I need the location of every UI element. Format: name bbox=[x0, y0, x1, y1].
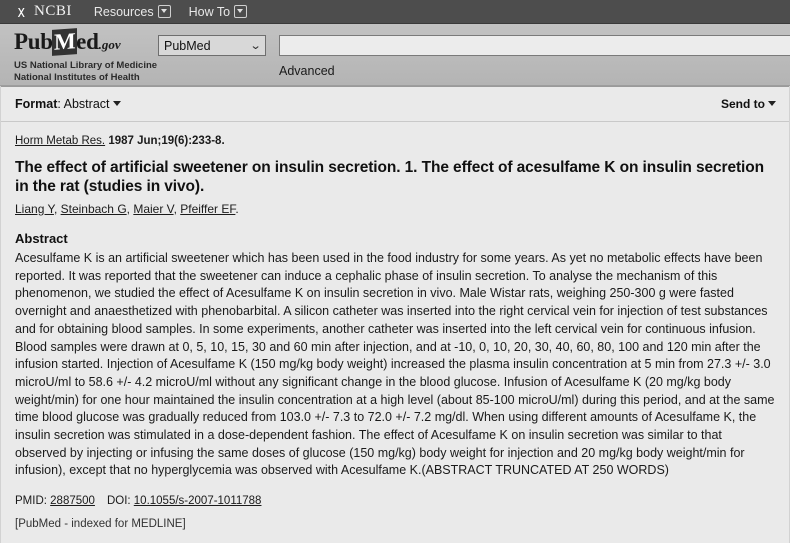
wordmark-ed: ed bbox=[76, 29, 99, 54]
search-row: PubMed ⌄ Advanced bbox=[158, 35, 790, 80]
identifiers: PMID: 2887500 DOI: 10.1055/s-2007-1011788 bbox=[15, 495, 775, 507]
pmid-value[interactable]: 2887500 bbox=[50, 495, 95, 507]
menu-item-how-to-label: How To bbox=[188, 4, 231, 19]
send-to-button[interactable]: Send to bbox=[721, 97, 776, 111]
author-link[interactable]: Maier V bbox=[133, 202, 173, 216]
format-label: Format bbox=[15, 97, 58, 111]
abstract-text: Acesulfame K is an artificial sweetener … bbox=[15, 251, 775, 478]
database-select-value: PubMed bbox=[164, 38, 211, 53]
search-input[interactable] bbox=[279, 35, 790, 56]
format-control[interactable]: Format: Abstract bbox=[15, 97, 121, 111]
ncbi-logo[interactable]: x NCBI bbox=[14, 3, 72, 20]
article-body: Horm Metab Res. 1987 Jun;19(6):233-8. Th… bbox=[1, 122, 789, 543]
ncbi-logo-text: NCBI bbox=[34, 3, 72, 19]
menu-item-how-to[interactable]: How To bbox=[188, 4, 248, 19]
citation-info: 1987 Jun;19(6):233-8. bbox=[108, 135, 225, 147]
result-toolbar: Format: Abstract Send to bbox=[1, 86, 789, 122]
content-sheet: Format: Abstract Send to Horm Metab Res.… bbox=[0, 86, 790, 543]
ncbi-top-bar: x NCBI Resources How To bbox=[0, 0, 790, 24]
chevron-down-boxed-icon bbox=[234, 5, 248, 18]
chevron-down-boxed-icon bbox=[157, 5, 171, 18]
journal-citation: Horm Metab Res. 1987 Jun;19(6):233-8. bbox=[15, 135, 775, 147]
author-list: Liang Y, Steinbach G, Maier V, Pfeiffer … bbox=[15, 202, 239, 216]
send-to-label: Send to bbox=[721, 97, 765, 111]
abstract-heading: Abstract bbox=[15, 231, 68, 246]
article-title: The effect of artificial sweetener on in… bbox=[15, 159, 764, 195]
author-link[interactable]: Pfeiffer EF bbox=[180, 202, 235, 216]
record-status: [PubMed - indexed for MEDLINE] bbox=[15, 518, 186, 531]
dna-helix-icon: x bbox=[17, 1, 26, 21]
subtitle-line-1: US National Library of Medicine bbox=[14, 60, 158, 71]
author-link[interactable]: Liang Y bbox=[15, 202, 54, 216]
database-select[interactable]: PubMed ⌄ bbox=[158, 35, 266, 56]
pubmed-subtitle: US National Library of Medicine National… bbox=[14, 60, 157, 83]
pubmed-header: PubMed.gov US National Library of Medici… bbox=[0, 24, 790, 86]
menu-item-resources[interactable]: Resources bbox=[94, 5, 171, 19]
pubmed-logo[interactable]: PubMed.gov US National Library of Medici… bbox=[14, 28, 157, 83]
doi-label: DOI: bbox=[106, 495, 131, 508]
subtitle-line-2: National Institutes of Health bbox=[14, 71, 140, 83]
doi-value[interactable]: 10.1055/s-2007-1011788 bbox=[134, 495, 262, 507]
wordmark-gov: .gov bbox=[98, 37, 121, 52]
caret-down-icon bbox=[768, 101, 776, 106]
pubmed-abstract-page: x NCBI Resources How To PubMed.gov US Na… bbox=[0, 0, 790, 543]
author-link[interactable]: Steinbach G bbox=[61, 202, 127, 216]
format-value: Abstract bbox=[63, 97, 110, 111]
caret-down-icon bbox=[112, 101, 121, 106]
pmid-label: PMID: bbox=[15, 495, 47, 508]
wordmark-m-chip: M bbox=[51, 28, 78, 56]
advanced-search-link[interactable]: Advanced bbox=[279, 64, 335, 78]
ncbi-menu: Resources How To bbox=[94, 4, 248, 19]
journal-link[interactable]: Horm Metab Res. bbox=[15, 135, 105, 147]
author-list-suffix: . bbox=[235, 202, 239, 216]
wordmark-pub: Pub bbox=[14, 29, 53, 54]
search-field-wrapper: Advanced bbox=[279, 35, 790, 80]
menu-item-resources-label: Resources bbox=[93, 4, 154, 19]
chevron-down-icon: ⌄ bbox=[249, 40, 262, 52]
pubmed-wordmark: PubMed.gov bbox=[14, 28, 157, 58]
